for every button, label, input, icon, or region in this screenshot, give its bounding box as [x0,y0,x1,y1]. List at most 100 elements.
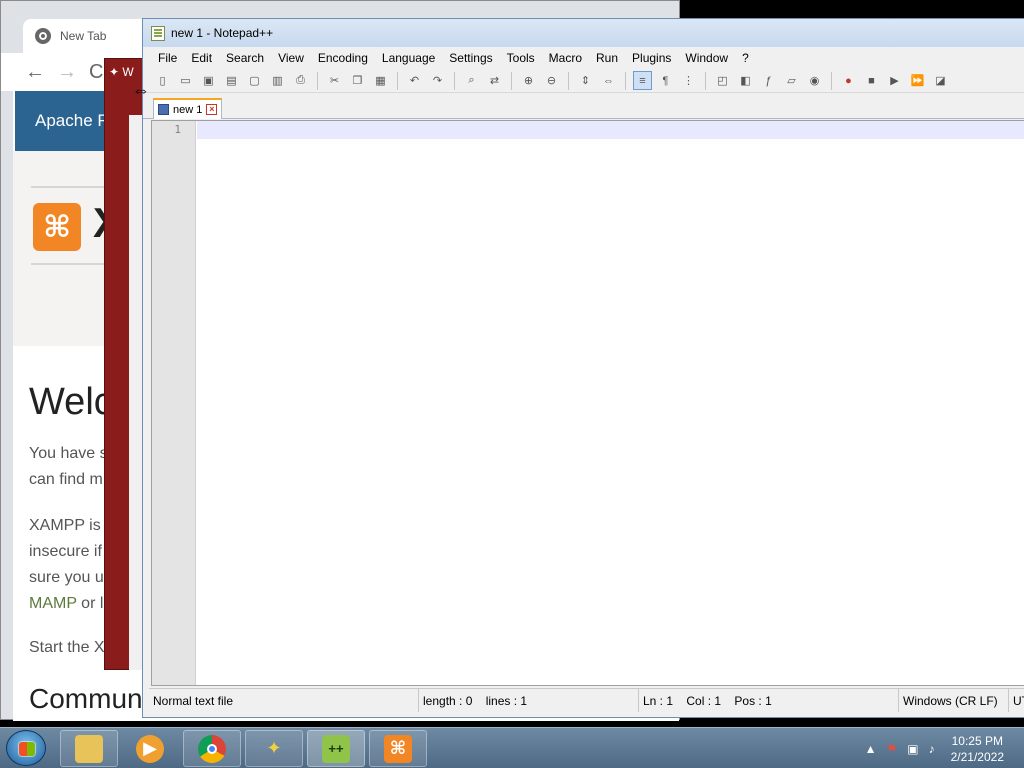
stop-record-icon[interactable]: ■ [862,71,881,90]
paragraph-line: sure you u [29,569,104,586]
copy-icon[interactable]: ❐ [348,71,367,90]
menubar: File Edit Search View Encoding Language Settin… [143,47,1024,69]
text-editor[interactable]: 1 [151,120,1024,686]
status-ln: Ln : 1 [643,693,674,708]
paragraph-line: You have s [29,445,108,462]
status-encoding[interactable]: UT [1009,689,1024,712]
taskbar-notepad[interactable]: ++ [307,730,365,767]
toolbar-separator [317,71,318,90]
run-macro-multiple-icon[interactable]: ⏩ [908,71,927,90]
monitoring-icon[interactable]: ◉ [805,71,824,90]
menu-settings[interactable]: Settings [442,51,499,65]
replace-icon[interactable]: ⇄ [485,71,504,90]
volume-icon[interactable]: ♪ [929,742,935,756]
statusbar: Normal text file length : 0 lines : 1 Ln… [149,688,1024,712]
taskbar-media-player[interactable]: ▶ [121,730,179,767]
toolbar-separator [454,71,455,90]
back-arrow-icon[interactable]: ← [25,61,45,84]
menu-macro[interactable]: Macro [542,51,589,65]
menu-encoding[interactable]: Encoding [311,51,375,65]
menu-tools[interactable]: Tools [500,51,542,65]
doc-map-icon[interactable]: ◧ [736,71,755,90]
paragraph-line: can find m [29,471,103,488]
notepad-titlebar[interactable]: new 1 - Notepad++ [143,19,1024,47]
folder-workspace-icon[interactable]: ▱ [782,71,801,90]
window-title: new 1 - Notepad++ [171,26,274,40]
toolbar: ▯ ▭ ▣ ▤ ▢ ▥ ⎙ ✂ ❐ ▦ ↶ ↷ ⌕ ⇄ ⊕ ⊖ ⇕ ⇔ ≡ ¶ ⋮ ◰ ◧ ƒ ▱ ◉ ● ■ ▶ ⏩ ◪ [143,69,1024,93]
sync-horizontal-icon[interactable]: ⇔ [599,71,618,90]
close-icon[interactable]: ▢ [245,71,264,90]
save-all-icon[interactable]: ▤ [222,71,241,90]
start-button[interactable] [6,730,46,766]
clock-time: 10:25 PM [951,733,1003,748]
toolbar-separator [831,71,832,90]
chrome-icon [198,734,226,763]
wizard-icon: ✦ [266,738,282,758]
record-macro-icon[interactable]: ● [839,71,858,90]
sync-vertical-icon[interactable]: ⇕ [576,71,595,90]
reload-icon[interactable]: C [89,61,103,84]
close-all-icon[interactable]: ▥ [268,71,287,90]
status-position: Ln : 1 Col : 1 Pos : 1 [639,689,899,712]
notepad-plus-plus-icon: ++ [322,734,350,763]
taskbar-explorer[interactable] [60,730,118,767]
browser-tab-title: New Tab [60,29,107,43]
undo-icon[interactable]: ↶ [405,71,424,90]
document-tab-label: new 1 [173,103,203,116]
new-file-icon[interactable]: ▯ [153,71,172,90]
action-center-icon[interactable]: ⚑ [887,742,898,756]
status-eol[interactable]: Windows (CR LF) [899,689,1009,712]
welcome-heading: Welc [29,381,113,423]
open-file-icon[interactable]: ▭ [176,71,195,90]
document-tab[interactable]: new 1 × [153,98,223,119]
save-icon[interactable]: ▣ [199,71,218,90]
installer-title: W [122,65,134,79]
line-number-gutter: 1 [152,121,196,685]
xampp-logo-icon: ⌘ [33,203,81,251]
show-hidden-icons-icon[interactable]: ▲ [865,742,877,756]
forward-arrow-icon[interactable]: → [57,61,77,84]
taskbar-wizard[interactable]: ✦ [245,730,303,767]
close-tab-icon[interactable]: × [206,104,218,115]
resize-cursor-icon: ⇔ [132,80,150,100]
menu-view[interactable]: View [271,51,311,65]
menu-run[interactable]: Run [589,51,625,65]
toolbar-separator [568,71,569,90]
system-tray: ▲ ⚑ ▣ ♪ 10:25 PM 2/21/2022 [865,728,1024,768]
chrome-tab-icon [35,28,51,44]
word-wrap-icon[interactable]: ≡ [633,71,652,90]
menu-window[interactable]: Window [678,51,735,65]
menu-help[interactable]: ? [735,51,756,65]
mamp-link[interactable]: MAMP [29,595,77,612]
media-player-icon: ▶ [136,734,164,763]
menu-search[interactable]: Search [219,51,271,65]
clock[interactable]: 10:25 PM 2/21/2022 [951,733,1004,765]
menu-edit[interactable]: Edit [184,51,219,65]
cut-icon[interactable]: ✂ [325,71,344,90]
redo-icon[interactable]: ↷ [428,71,447,90]
taskbar-xampp[interactable]: ⌘ [369,730,427,767]
paste-icon[interactable]: ▦ [371,71,390,90]
explorer-icon [75,734,103,763]
print-icon[interactable]: ⎙ [291,71,310,90]
taskbar-chrome[interactable] [183,730,241,767]
udl-icon[interactable]: ◰ [713,71,732,90]
clock-date: 2/21/2022 [950,749,1004,764]
toolbar-separator [705,71,706,90]
zoom-out-icon[interactable]: ⊖ [542,71,561,90]
save-macro-icon[interactable]: ◪ [931,71,950,90]
status-pos: Pos : 1 [734,693,772,708]
indent-guide-icon[interactable]: ⋮ [679,71,698,90]
find-icon[interactable]: ⌕ [462,71,481,90]
network-icon[interactable]: ▣ [907,742,918,756]
function-list-icon[interactable]: ƒ [759,71,778,90]
play-macro-icon[interactable]: ▶ [885,71,904,90]
zoom-in-icon[interactable]: ⊕ [519,71,538,90]
paragraph-line: XAMPP is [29,517,101,534]
menu-file[interactable]: File [151,51,184,65]
current-line-highlight [197,121,1024,139]
status-col: Col : 1 [686,693,722,708]
menu-language[interactable]: Language [375,51,442,65]
show-all-chars-icon[interactable]: ¶ [656,71,675,90]
menu-plugins[interactable]: Plugins [625,51,678,65]
